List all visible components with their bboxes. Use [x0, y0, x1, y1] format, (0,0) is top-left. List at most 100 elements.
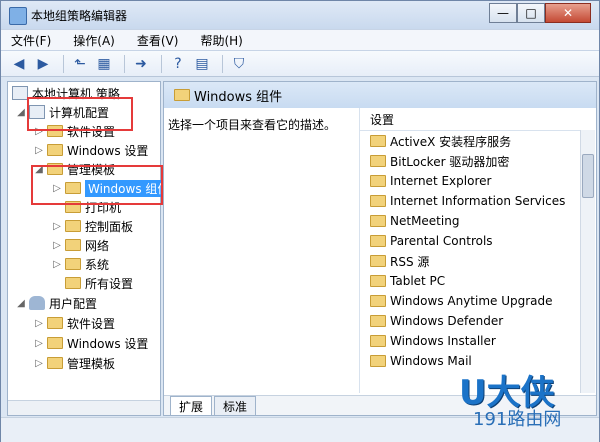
- folder-icon: [370, 295, 386, 307]
- tab-standard[interactable]: 标准: [214, 396, 257, 415]
- filter-icon[interactable]: ⛉: [229, 54, 249, 74]
- tree-pane[interactable]: 本地计算机 策略 ◢ 计算机配置 ▷ 软件设置 ▷ Windows 设置 ◢ 管…: [7, 81, 173, 416]
- watermark-logo: U大侠 191路由网: [453, 365, 593, 435]
- toolbar-separator: [161, 54, 162, 73]
- tree-item-control-panel[interactable]: ▷ 控制面板: [52, 217, 133, 235]
- export-list-icon[interactable]: ➜: [131, 54, 151, 74]
- collapsed-arrow-icon[interactable]: ▷: [52, 259, 62, 270]
- menu-action[interactable]: 操作(A): [73, 32, 115, 49]
- folder-icon: [65, 220, 81, 232]
- list-item[interactable]: BitLocker 驱动器加密: [360, 151, 595, 171]
- menu-file[interactable]: 文件(F): [11, 32, 51, 49]
- menu-view[interactable]: 查看(V): [137, 32, 179, 49]
- folder-icon: [370, 155, 386, 167]
- toolbar: ◀ ▶ ⬑ ▦ ➜ ? ▤ ⛉: [1, 51, 599, 77]
- list-item-label: RSS 源: [390, 254, 430, 269]
- list-item[interactable]: RSS 源: [360, 251, 595, 271]
- tree-item-network[interactable]: ▷ 网络: [52, 236, 109, 254]
- menu-help[interactable]: 帮助(H): [200, 32, 242, 49]
- list-item[interactable]: Internet Explorer: [360, 171, 595, 191]
- close-button[interactable]: ✕: [545, 3, 591, 23]
- collapsed-arrow-icon[interactable]: ▷: [34, 318, 44, 329]
- tree-item-admin-templates-user[interactable]: ▷ 管理模板: [34, 354, 115, 372]
- tree-item-windows-settings-user[interactable]: ▷ Windows 设置: [34, 334, 148, 352]
- folder-icon: [370, 335, 386, 347]
- show-hide-tree-icon[interactable]: ▦: [94, 54, 114, 74]
- column-header-settings[interactable]: 设置: [360, 108, 595, 131]
- tree-label: 网络: [85, 238, 110, 253]
- tree-item-printers[interactable]: 打印机: [65, 198, 121, 216]
- expanded-arrow-icon[interactable]: ◢: [16, 298, 26, 309]
- tree-item-admin-templates[interactable]: ◢ 管理模板: [34, 160, 115, 178]
- forward-arrow-icon[interactable]: ▶: [33, 54, 53, 74]
- scroll-thumb[interactable]: [582, 154, 594, 198]
- list-item-label: NetMeeting: [390, 214, 460, 228]
- tree-item-all-settings[interactable]: 所有设置: [65, 274, 133, 292]
- tree-item-system[interactable]: ▷ 系统: [52, 255, 109, 273]
- horizontal-scrollbar[interactable]: [8, 400, 160, 415]
- collapsed-arrow-icon[interactable]: ▷: [34, 338, 44, 349]
- folder-icon: [370, 215, 386, 227]
- window-title: 本地组策略编辑器: [31, 9, 128, 23]
- list-item[interactable]: Windows Installer: [360, 331, 595, 351]
- folder-icon: [65, 239, 81, 251]
- collapsed-arrow-icon[interactable]: ▷: [52, 183, 62, 194]
- collapsed-arrow-icon[interactable]: ▷: [52, 221, 62, 232]
- collapsed-arrow-icon[interactable]: ▷: [34, 145, 44, 156]
- list-item-label: Parental Controls: [390, 234, 493, 248]
- computer-icon: [29, 105, 45, 119]
- list-item[interactable]: ActiveX 安装程序服务: [360, 131, 595, 151]
- list-item[interactable]: Internet Information Services: [360, 191, 595, 211]
- tab-extended[interactable]: 扩展: [170, 396, 213, 415]
- policy-icon: [12, 86, 28, 100]
- vertical-scrollbar[interactable]: [580, 130, 595, 393]
- list-item[interactable]: Parental Controls: [360, 231, 595, 251]
- folder-icon: [47, 125, 63, 137]
- list-item[interactable]: Tablet PC: [360, 271, 595, 291]
- gpedit-window: 本地组策略编辑器 — □ ✕ 文件(F) 操作(A) 查看(V) 帮助(H) ◀…: [0, 0, 600, 442]
- tree-item-computer-config[interactable]: ◢ 计算机配置: [16, 103, 109, 121]
- folder-icon: [370, 275, 386, 287]
- settings-list: 设置 ActiveX 安装程序服务 BitLocker 驱动器加密 Internet…: [359, 108, 595, 393]
- folder-icon: [370, 135, 386, 147]
- folder-icon: [370, 235, 386, 247]
- tree-item-user-config[interactable]: ◢ 用户配置: [16, 294, 97, 312]
- settings-list-items: ActiveX 安装程序服务 BitLocker 驱动器加密 Internet Ex…: [360, 131, 595, 371]
- help-icon[interactable]: ?: [168, 54, 188, 74]
- tree-label: Windows 设置: [67, 143, 149, 158]
- back-arrow-icon[interactable]: ◀: [9, 54, 29, 74]
- tree-item-windows-components[interactable]: ▷ Windows 组件: [52, 179, 173, 197]
- folder-icon: [47, 163, 63, 175]
- folder-icon: [47, 357, 63, 369]
- list-item[interactable]: Windows Anytime Upgrade: [360, 291, 595, 311]
- tree-item-software-settings[interactable]: ▷ 软件设置: [34, 122, 115, 140]
- list-item[interactable]: NetMeeting: [360, 211, 595, 231]
- tree-item-software-settings-user[interactable]: ▷ 软件设置: [34, 314, 115, 332]
- tree-label: 本地计算机 策略: [32, 86, 120, 101]
- list-item-label: ActiveX 安装程序服务: [390, 134, 512, 149]
- tree-item-windows-settings[interactable]: ▷ Windows 设置: [34, 141, 148, 159]
- tree-label-selected: Windows 组件: [85, 179, 173, 197]
- tree-label: Windows 设置: [67, 336, 149, 351]
- list-item-label: BitLocker 驱动器加密: [390, 154, 510, 169]
- window-controls: — □ ✕: [489, 3, 591, 23]
- folder-icon: [370, 195, 386, 207]
- folder-icon: [47, 144, 63, 156]
- folder-icon: [47, 337, 63, 349]
- list-item[interactable]: Windows Defender: [360, 311, 595, 331]
- title-bar[interactable]: 本地组策略编辑器 — □ ✕: [1, 1, 599, 29]
- collapsed-arrow-icon[interactable]: ▷: [52, 240, 62, 251]
- menu-bar: 文件(F) 操作(A) 查看(V) 帮助(H): [1, 29, 599, 51]
- list-item-label: Internet Information Services: [390, 194, 566, 208]
- maximize-button[interactable]: □: [517, 3, 545, 23]
- tree-item-root[interactable]: 本地计算机 策略: [12, 84, 120, 102]
- folder-icon: [370, 255, 386, 267]
- collapsed-arrow-icon[interactable]: ▷: [34, 358, 44, 369]
- up-folder-icon[interactable]: ⬑: [70, 54, 90, 74]
- collapsed-arrow-icon[interactable]: ▷: [34, 126, 44, 137]
- tree-label: 软件设置: [67, 316, 116, 331]
- minimize-button[interactable]: —: [489, 3, 517, 23]
- expanded-arrow-icon[interactable]: ◢: [16, 107, 26, 118]
- expanded-arrow-icon[interactable]: ◢: [34, 164, 44, 175]
- properties-icon[interactable]: ▤: [192, 54, 212, 74]
